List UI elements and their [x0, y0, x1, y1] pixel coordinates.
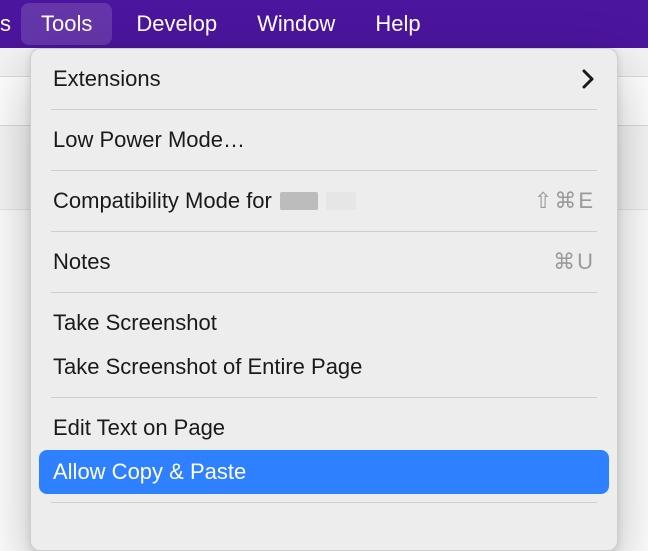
redacted-text	[326, 192, 356, 210]
menu-item-extensions[interactable]: Extensions	[39, 57, 609, 101]
menu-item-low-power-mode[interactable]: Low Power Mode…	[39, 118, 609, 162]
menubar-item-help[interactable]: Help	[355, 0, 440, 48]
menu-separator	[51, 292, 597, 293]
menubar-item-label: Tools	[41, 11, 92, 37]
menubar-item-label: Window	[257, 11, 335, 37]
menu-item-take-screenshot-entire-page[interactable]: Take Screenshot of Entire Page	[39, 345, 609, 389]
menu-shortcut: ⇧⌘E	[534, 188, 595, 214]
redacted-text	[280, 192, 318, 210]
menu-item-notes[interactable]: Notes ⌘U	[39, 240, 609, 284]
menu-separator	[51, 231, 597, 232]
menubar-item-label: Develop	[136, 11, 217, 37]
menu-item-allow-copy-paste[interactable]: Allow Copy & Paste	[39, 450, 609, 494]
menu-item-label: Allow Copy & Paste	[53, 459, 246, 485]
menu-shortcut: ⌘U	[553, 249, 595, 275]
menubar-item-label-partial: s	[0, 11, 11, 37]
menubar-item-develop[interactable]: Develop	[116, 0, 237, 48]
chevron-right-icon	[581, 69, 595, 89]
menu-separator	[51, 109, 597, 110]
menu-item-label: Take Screenshot of Entire Page	[53, 354, 362, 380]
viewport: s Tools Develop Window Help Extensions L…	[0, 0, 648, 551]
menubar-item-label: Help	[375, 11, 420, 37]
menu-item-take-screenshot[interactable]: Take Screenshot	[39, 301, 609, 345]
menubar-item-partial[interactable]: s	[0, 0, 17, 48]
menubar-item-window[interactable]: Window	[237, 0, 355, 48]
menu-separator	[51, 170, 597, 171]
menu-item-compatibility-mode[interactable]: Compatibility Mode for ⇧⌘E	[39, 179, 609, 223]
tools-dropdown: Extensions Low Power Mode… Compatibility…	[30, 48, 618, 551]
menu-item-edit-text-on-page[interactable]: Edit Text on Page	[39, 406, 609, 450]
menu-item-label: Edit Text on Page	[53, 415, 225, 441]
menu-separator	[51, 397, 597, 398]
menu-item-label: Low Power Mode…	[53, 127, 245, 153]
menu-item-label: Compatibility Mode for	[53, 188, 534, 214]
menu-item-label: Notes	[53, 249, 553, 275]
menu-separator	[51, 502, 597, 503]
menubar-item-tools[interactable]: Tools	[21, 3, 112, 45]
menubar: s Tools Develop Window Help	[0, 0, 648, 48]
menu-item-label: Extensions	[53, 66, 161, 92]
menu-item-label: Take Screenshot	[53, 310, 217, 336]
